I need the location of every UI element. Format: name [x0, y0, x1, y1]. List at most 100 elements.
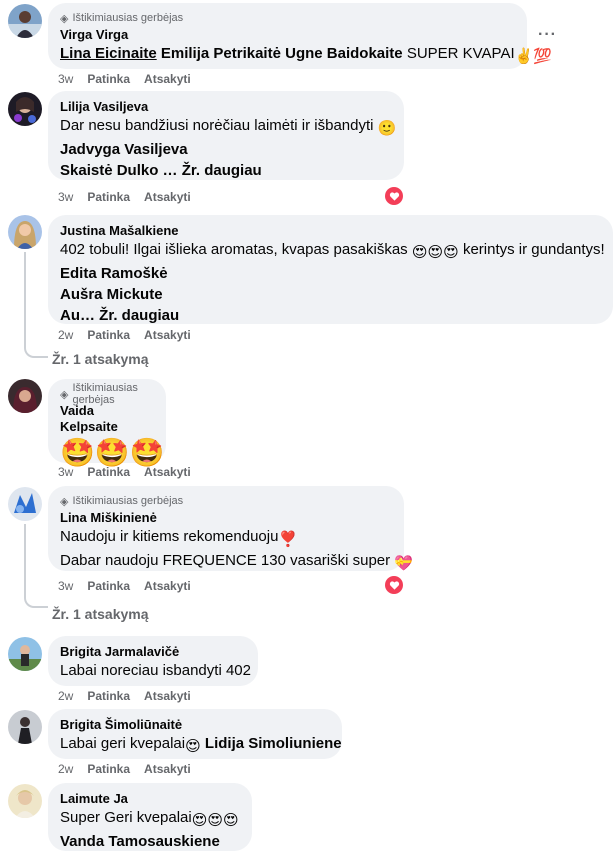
comment-author[interactable]: Virga Virga — [60, 27, 515, 43]
comment-actions: 2w Patinka Atsakyti — [58, 761, 191, 777]
reply-button[interactable]: Atsakyti — [144, 688, 191, 704]
comment-time[interactable]: 2w — [58, 761, 73, 777]
top-fan-badge: ◈ Ištikimiausias gerbėjas — [60, 12, 184, 25]
comment-text: 402 tobuli! Ilgai išlieka aromatas, kvap… — [60, 241, 605, 261]
reply-button[interactable]: Atsakyti — [144, 189, 191, 205]
comment-author[interactable]: Lilija Vasiljeva — [60, 99, 392, 115]
comment-text: Lina Eicinaite Emilija Petrikaitė Ugne B… — [60, 45, 552, 65]
comment-author[interactable]: Brigita Šimoliūnaitė — [60, 717, 330, 733]
top-fan-badge: ◈ Ištikimiausias gerbėjas — [60, 495, 184, 508]
comment-text: Super Geri kvepalai😍😍😍 — [60, 809, 239, 829]
avatar[interactable] — [8, 710, 42, 744]
reply-thread-line — [24, 252, 48, 358]
comment-bubble: Laimute Ja Super Geri kvepalai😍😍😍 Vanda … — [48, 783, 252, 851]
avatar[interactable] — [8, 4, 42, 38]
like-button[interactable]: Patinka — [87, 578, 130, 594]
comment-time[interactable]: 3w — [58, 189, 73, 205]
comment-time[interactable]: 3w — [58, 71, 73, 87]
comment-lilija: Lilija Vasiljeva Dar nesu bandžiusi norė… — [0, 90, 615, 210]
comment-actions: 3w Patinka Atsakyti — [58, 578, 191, 594]
avatar[interactable] — [8, 784, 42, 818]
reply-button[interactable]: Atsakyti — [144, 464, 191, 480]
comment-virga: ◈ Ištikimiausias gerbėjas Virga Virga Li… — [0, 0, 615, 90]
reply-button[interactable]: Atsakyti — [144, 761, 191, 777]
diamond-icon: ◈ — [60, 12, 69, 25]
comment-text: Naudoju ir kitiems rekomenduoju❣️ — [60, 528, 298, 548]
more-options-icon[interactable]: ··· — [538, 26, 557, 44]
view-replies-link[interactable]: Žr. 1 atsakymą — [52, 605, 149, 623]
comment-text: Dabar naudoju FREQUENCE 130 vasariški su… — [60, 552, 414, 572]
avatar[interactable] — [8, 379, 42, 413]
top-fan-badge: ◈ Ištikimiausias gerbėjas — [60, 382, 138, 406]
comment-brigita-s: Brigita Šimoliūnaitė Labai geri kvepalai… — [0, 706, 615, 781]
comment-author[interactable]: Laimute Ja — [60, 791, 240, 807]
tagged-user[interactable]: Edita Ramoškė — [60, 264, 601, 284]
comment-justina: Justina Mašalkiene 402 tobuli! Ilgai išl… — [0, 210, 615, 370]
comment-text: Labai noreciau isbandyti 402 — [60, 662, 251, 679]
diamond-icon: ◈ — [60, 495, 69, 508]
avatar[interactable] — [8, 487, 42, 521]
reply-button[interactable]: Atsakyti — [144, 71, 191, 87]
comment-text: Dar nesu bandžiusi norėčiau laimėti ir i… — [60, 117, 397, 137]
reply-button[interactable]: Atsakyti — [144, 327, 191, 343]
tagged-user[interactable]: Lidija Simoliuniene — [205, 735, 342, 752]
like-button[interactable]: Patinka — [87, 761, 130, 777]
comment-actions: 2w Patinka Atsakyti — [58, 688, 191, 704]
comment-author[interactable]: Lina Miškinienė — [60, 510, 392, 526]
like-button[interactable]: Patinka — [87, 189, 130, 205]
tagged-user[interactable]: Skaistė Dulko — [60, 162, 158, 179]
comment-actions: 3w Patinka Atsakyti — [58, 189, 191, 205]
tagged-user[interactable]: Emilija Petrikaitė — [161, 45, 281, 62]
reply-button[interactable]: Atsakyti — [144, 578, 191, 594]
heart-eyes-emoji: 😍😍😍 — [411, 244, 459, 261]
comment-bubble: Brigita Jarmalavičė Labai noreciau isban… — [48, 636, 258, 686]
comment-author[interactable]: Vaida Kelpsaite — [60, 403, 154, 435]
love-reaction-icon[interactable] — [385, 576, 403, 594]
comment-brigita-j: Brigita Jarmalavičė Labai noreciau isban… — [0, 633, 615, 708]
comment-vaida: ◈ Ištikimiausias gerbėjas Vaida Kelpsait… — [0, 375, 615, 485]
comment-time[interactable]: 3w — [58, 464, 73, 480]
like-button[interactable]: Patinka — [87, 688, 130, 704]
heart-ribbon-emoji: 💝 — [394, 555, 414, 572]
comment-laimute: Laimute Ja Super Geri kvepalai😍😍😍 Vanda … — [0, 781, 615, 858]
comment-actions: 3w Patinka Atsakyti — [58, 71, 191, 87]
comment-bubble: Lilija Vasiljeva Dar nesu bandžiusi norė… — [48, 91, 404, 180]
tagged-user[interactable]: Au — [60, 307, 80, 324]
comment-actions: 2w Patinka Atsakyti — [58, 327, 191, 343]
comment-author[interactable]: Justina Mašalkiene — [60, 223, 601, 239]
view-replies-link[interactable]: Žr. 1 atsakymą — [52, 350, 149, 368]
comment-time[interactable]: 3w — [58, 578, 73, 594]
heart-eyes-emoji: 😍 — [185, 738, 201, 755]
diamond-icon: ◈ — [60, 388, 69, 401]
comment-lina: ◈ Ištikimiausias gerbėjas Lina Miškinien… — [0, 485, 615, 630]
comment-text: Labai geri kvepalai😍 Lidija Simoliuniene — [60, 735, 342, 755]
tagged-user[interactable]: Jadvyga Vasiljeva — [60, 140, 392, 160]
see-more-link[interactable]: … Žr. daugiau — [80, 307, 179, 324]
like-button[interactable]: Patinka — [87, 71, 130, 87]
comment-bubble: ◈ Ištikimiausias gerbėjas Lina Miškinien… — [48, 486, 414, 572]
tagged-user[interactable]: Vanda Tamosauskiene — [60, 832, 240, 852]
comment-bubble: ◈ Ištikimiausias gerbėjas Virga Virga Li… — [48, 3, 552, 69]
love-reaction-icon[interactable] — [385, 187, 403, 205]
comment-bubble: Justina Mašalkiene 402 tobuli! Ilgai išl… — [48, 215, 613, 324]
avatar[interactable] — [8, 215, 42, 249]
like-button[interactable]: Patinka — [87, 464, 130, 480]
like-button[interactable]: Patinka — [87, 327, 130, 343]
victory-hundred-emoji: ✌️💯 — [514, 48, 552, 65]
comment-bubble: ◈ Ištikimiausias gerbėjas Vaida Kelpsait… — [48, 379, 166, 468]
heart-eyes-emoji: 😍😍😍 — [191, 812, 239, 829]
tagged-user[interactable]: Aušra Mickute — [60, 285, 601, 305]
comment-time[interactable]: 2w — [58, 327, 73, 343]
comment-author[interactable]: Brigita Jarmalavičė — [60, 644, 246, 660]
reply-thread-line — [24, 524, 48, 608]
tagged-user[interactable]: Ugne Baidokaite — [285, 45, 403, 62]
avatar[interactable] — [8, 637, 42, 671]
comment-bubble: Brigita Šimoliūnaitė Labai geri kvepalai… — [48, 709, 342, 759]
see-more-link[interactable]: … Žr. daugiau — [163, 162, 262, 179]
tagged-user[interactable]: Lina Eicinaite — [60, 45, 157, 62]
heart-exclamation-emoji: ❣️ — [278, 531, 298, 548]
comment-time[interactable]: 2w — [58, 688, 73, 704]
comment-actions: 3w Patinka Atsakyti — [58, 464, 191, 480]
smile-emoji: 🙂 — [377, 120, 397, 137]
avatar[interactable] — [8, 92, 42, 126]
